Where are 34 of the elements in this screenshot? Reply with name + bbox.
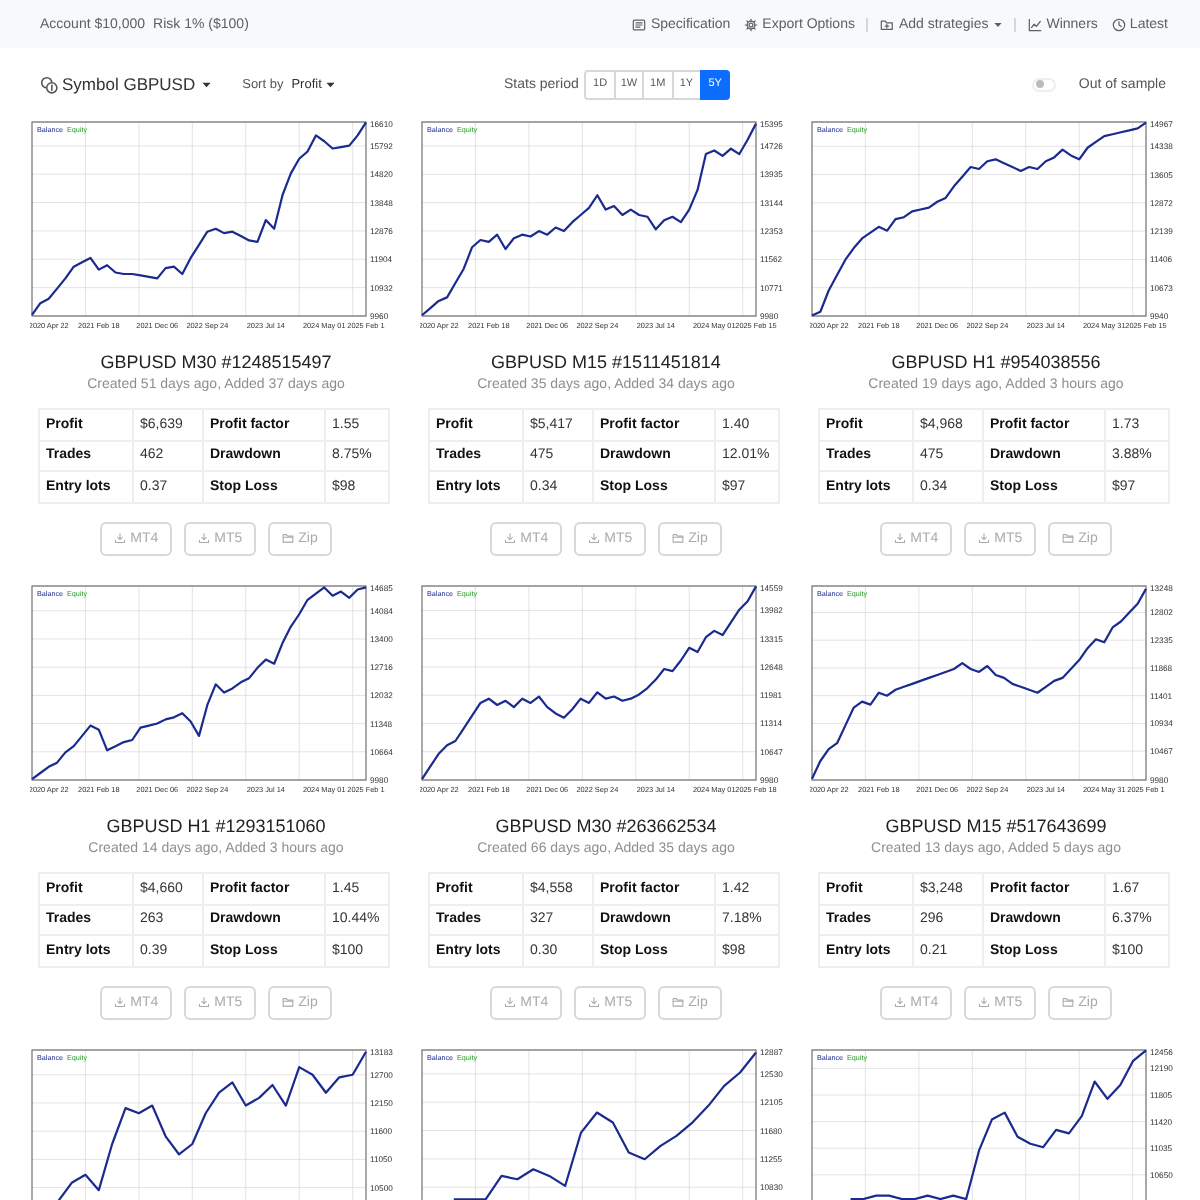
strategy-title: GBPUSD M15 #517643699 [885, 814, 1107, 840]
line-chart-icon [1028, 17, 1043, 31]
download-icon [198, 532, 211, 544]
toggle-switch[interactable] [1032, 77, 1057, 91]
document-icon [632, 17, 647, 31]
download-icon [114, 996, 127, 1008]
folder-icon [672, 996, 685, 1008]
folder-icon [282, 996, 295, 1008]
folder-icon [282, 532, 295, 544]
caret-down-icon [325, 81, 335, 87]
download-icon [504, 532, 517, 544]
download-icon [978, 996, 991, 1008]
strategy-title: GBPUSD M30 #1248515497 [100, 350, 332, 376]
strategy-title: GBPUSD M15 #1511451814 [491, 350, 721, 376]
folder-icon [1062, 996, 1075, 1008]
gear-icon [744, 17, 759, 31]
folder-plus-icon [880, 17, 895, 31]
strategy-title: GBPUSD H1 #1293151060 [106, 814, 326, 840]
symbol-dropdown[interactable]: Symbol GBPUSD [40, 74, 211, 94]
strategy-title: GBPUSD H1 #954038556 [891, 350, 1101, 376]
folder-icon [672, 532, 685, 544]
strategy-title: GBPUSD M30 #263662534 [495, 814, 717, 840]
folder-icon [1062, 532, 1075, 544]
clock-icon [1111, 17, 1126, 31]
download-icon [894, 996, 907, 1008]
download-icon [588, 532, 601, 544]
download-icon [894, 532, 907, 544]
download-icon [114, 532, 127, 544]
caret-down-icon [201, 81, 211, 87]
download-icon [588, 996, 601, 1008]
download-icon [198, 996, 211, 1008]
download-icon [504, 996, 517, 1008]
download-icon [978, 532, 991, 544]
coins-icon [40, 75, 58, 93]
